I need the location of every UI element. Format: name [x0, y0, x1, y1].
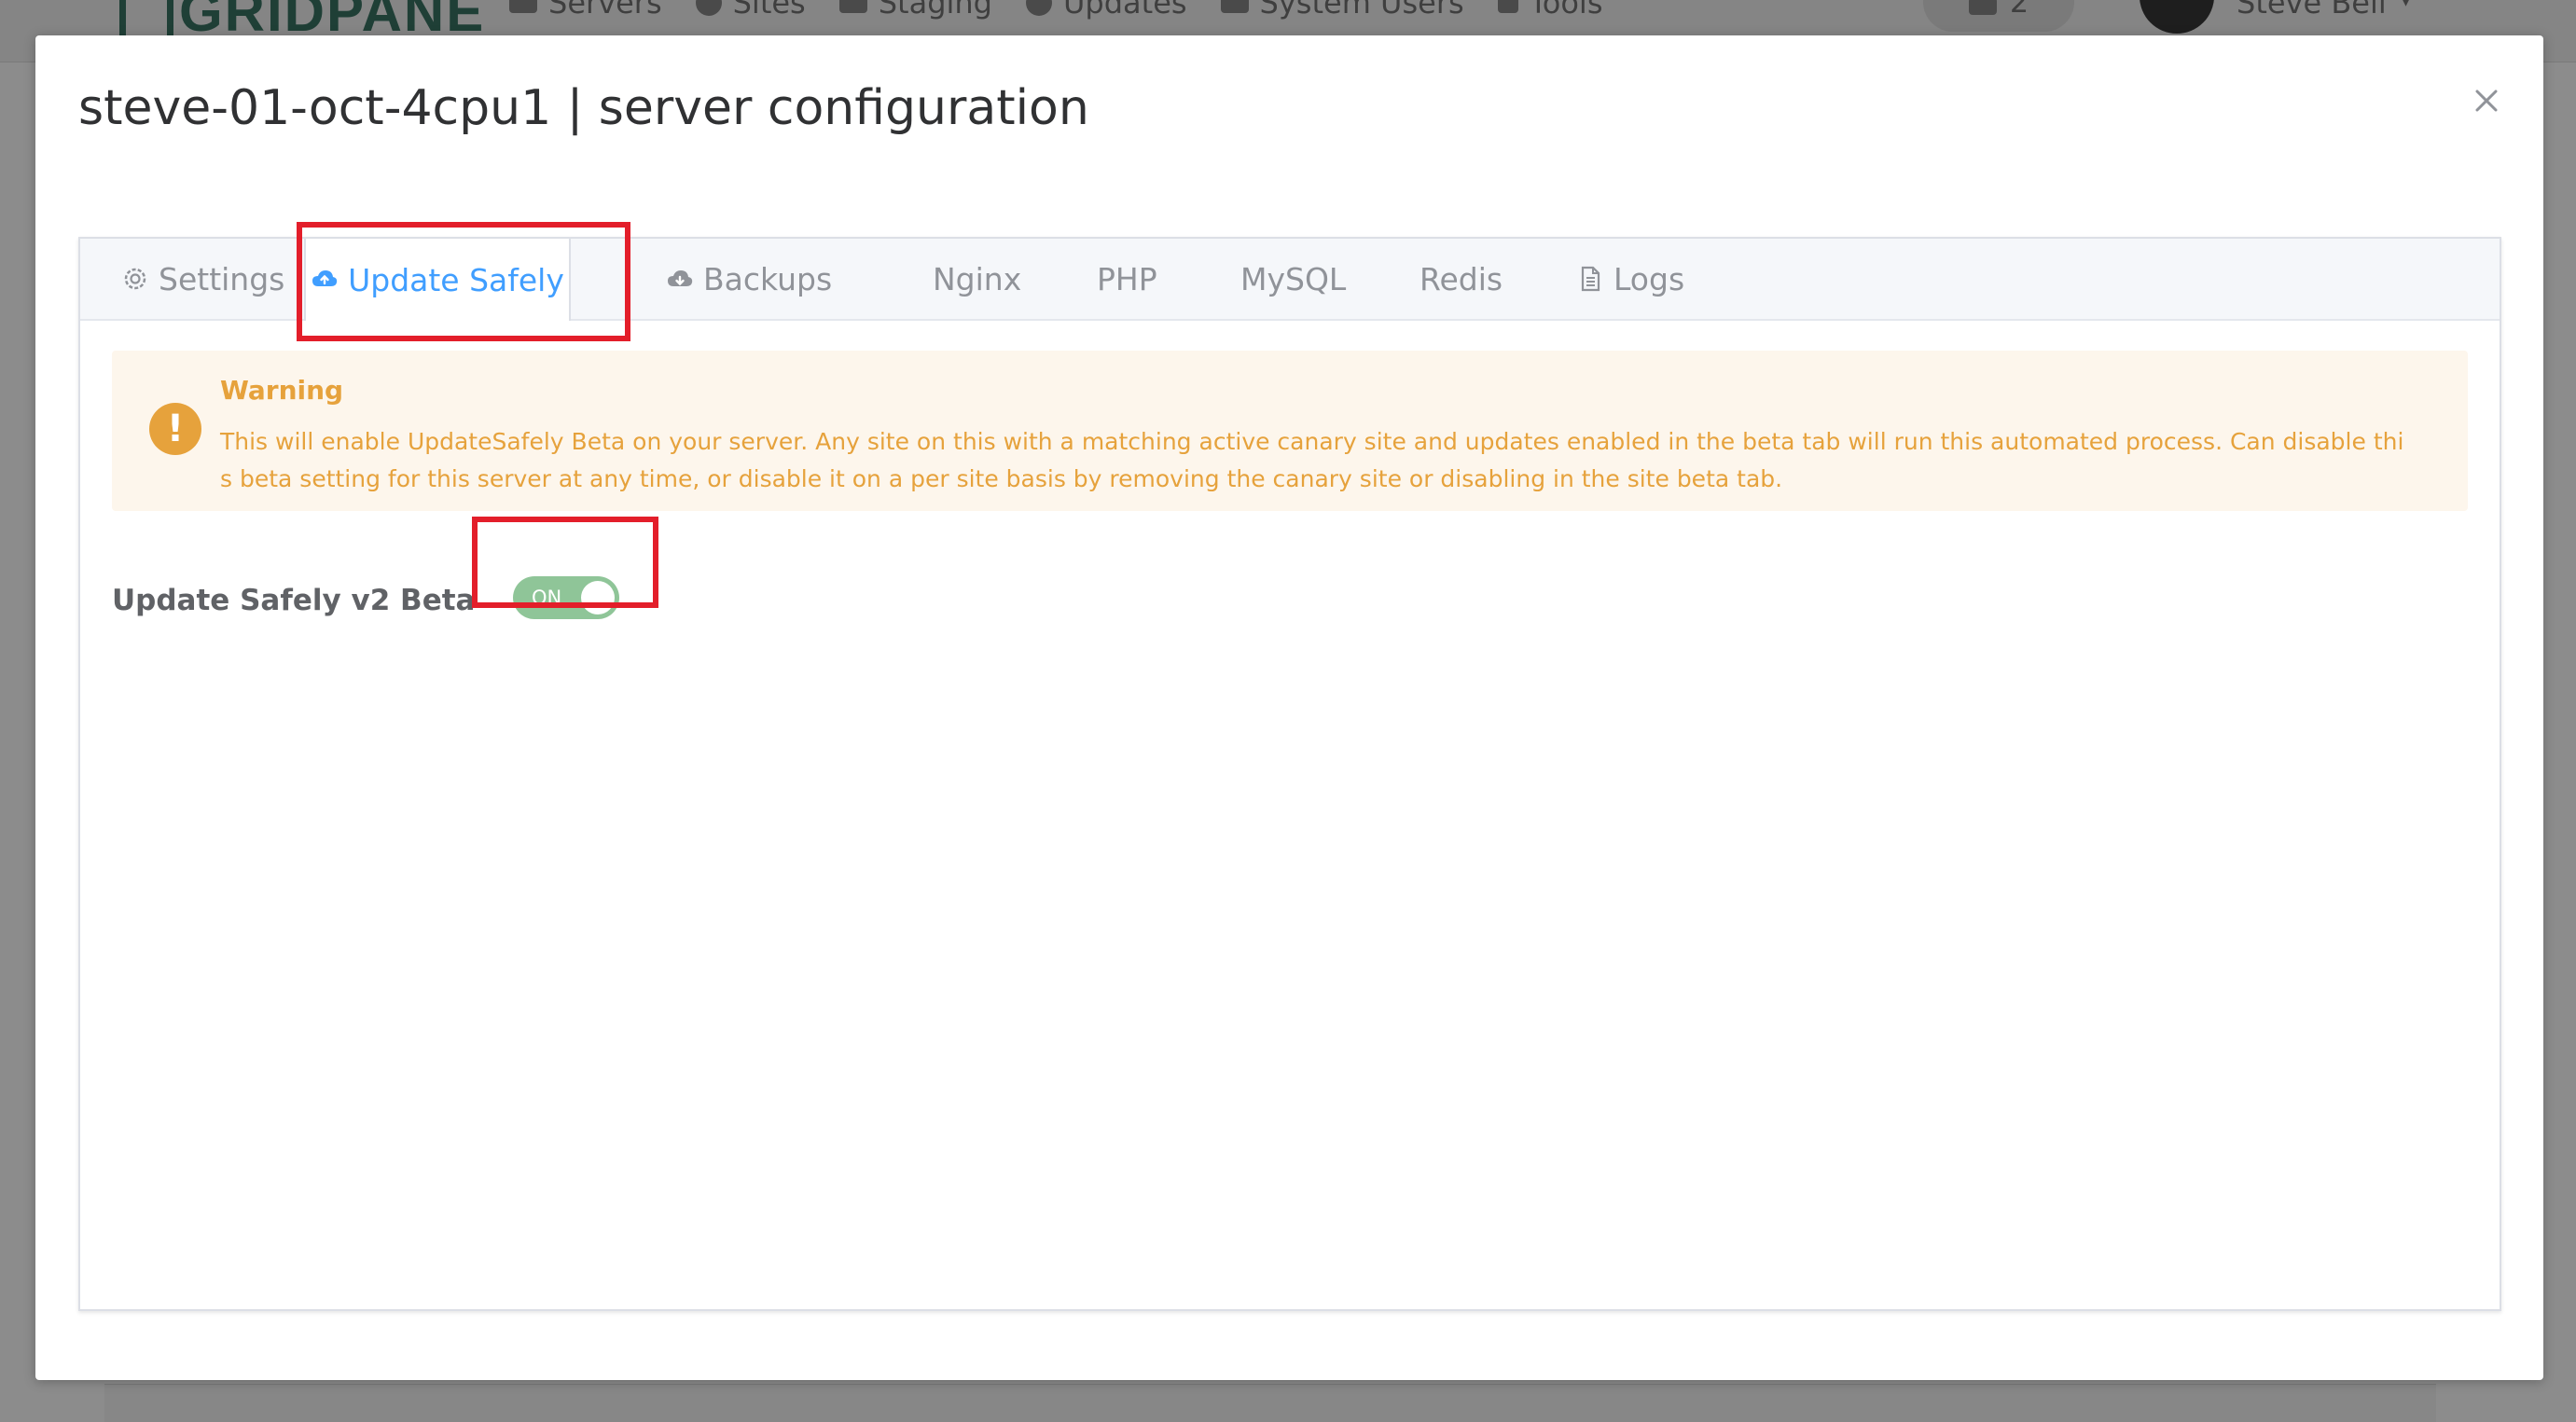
warning-icon: !	[149, 403, 201, 455]
bell-icon	[1968, 0, 1997, 15]
close-icon	[2475, 90, 2498, 112]
staging-icon	[838, 0, 867, 13]
nav-item-tools[interactable]: Tools	[1497, 0, 1603, 21]
warning-alert: ! Warning This will enable UpdateSafely …	[112, 351, 2468, 511]
tab-nginx[interactable]: Nginx	[933, 239, 1021, 319]
notification-count: 2	[2009, 0, 2029, 20]
tab-bar: Settings Update Safely Backups Nginx PHP…	[80, 239, 2500, 321]
tab-label: Update Safely	[348, 261, 564, 298]
tab-label: MySQL	[1240, 260, 1347, 297]
tab-label: Redis	[1420, 260, 1503, 297]
nav-item-sites[interactable]: Sites	[695, 0, 806, 21]
switch-knob	[581, 581, 615, 614]
nav-item-staging[interactable]: Staging	[838, 0, 992, 21]
tabs-card: Settings Update Safely Backups Nginx PHP…	[78, 237, 2501, 1311]
nav-item-label: System Users	[1259, 0, 1464, 21]
server-configuration-dialog: steve-01-oct-4cpu1 | server configuratio…	[35, 35, 2543, 1380]
avatar[interactable]	[2140, 0, 2214, 34]
tab-redis[interactable]: Redis	[1420, 239, 1503, 319]
nav-item-label: Tools	[1529, 0, 1603, 21]
user-name[interactable]: Steve Bell	[2237, 0, 2387, 21]
tab-label: Nginx	[933, 260, 1022, 297]
tab-label: PHP	[1097, 260, 1157, 297]
tab-settings[interactable]: Settings	[121, 239, 284, 319]
nav-item-servers[interactable]: Servers	[509, 0, 662, 21]
nav-item-label: Updates	[1062, 0, 1187, 21]
update-safely-beta-switch[interactable]: ON	[513, 576, 619, 619]
alert-title: Warning	[220, 375, 344, 406]
main-nav: Servers Sites Staging Updates System Use…	[509, 0, 1636, 21]
cloud-icon	[666, 265, 694, 293]
server-icon	[509, 0, 537, 13]
nav-item-label: Staging	[878, 0, 992, 21]
close-button[interactable]	[2470, 84, 2503, 117]
switch-state-text: ON	[532, 587, 562, 609]
notifications-button[interactable]: 2	[1923, 0, 2074, 32]
chevron-down-icon[interactable]: ▾	[2401, 0, 2411, 12]
tab-backups[interactable]: Backups	[666, 239, 832, 319]
nav-item-label: Servers	[548, 0, 662, 21]
tab-label: Logs	[1613, 260, 1685, 297]
cloud-upload-icon	[311, 266, 339, 294]
wrench-icon	[1497, 0, 1518, 13]
nav-item-label: Sites	[732, 0, 806, 21]
nav-item-updates[interactable]: Updates	[1025, 0, 1187, 21]
document-icon	[1576, 265, 1604, 293]
users-icon	[1220, 0, 1249, 13]
tab-mysql[interactable]: MySQL	[1240, 239, 1346, 319]
update-safely-beta-label: Update Safely v2 Beta	[112, 584, 476, 617]
updates-icon	[1025, 0, 1052, 16]
tab-update-safely[interactable]: Update Safely	[304, 239, 571, 321]
tab-php[interactable]: PHP	[1097, 239, 1157, 319]
tab-logs[interactable]: Logs	[1576, 239, 1684, 319]
tab-label: Backups	[703, 260, 833, 297]
wordpress-icon	[695, 0, 722, 16]
tab-label: Settings	[159, 260, 285, 297]
gear-icon	[121, 265, 149, 293]
dialog-title: steve-01-oct-4cpu1 | server configuratio…	[78, 80, 1089, 136]
alert-description: This will enable UpdateSafely Beta on yo…	[220, 428, 2404, 492]
nav-item-system-users[interactable]: System Users	[1220, 0, 1464, 21]
